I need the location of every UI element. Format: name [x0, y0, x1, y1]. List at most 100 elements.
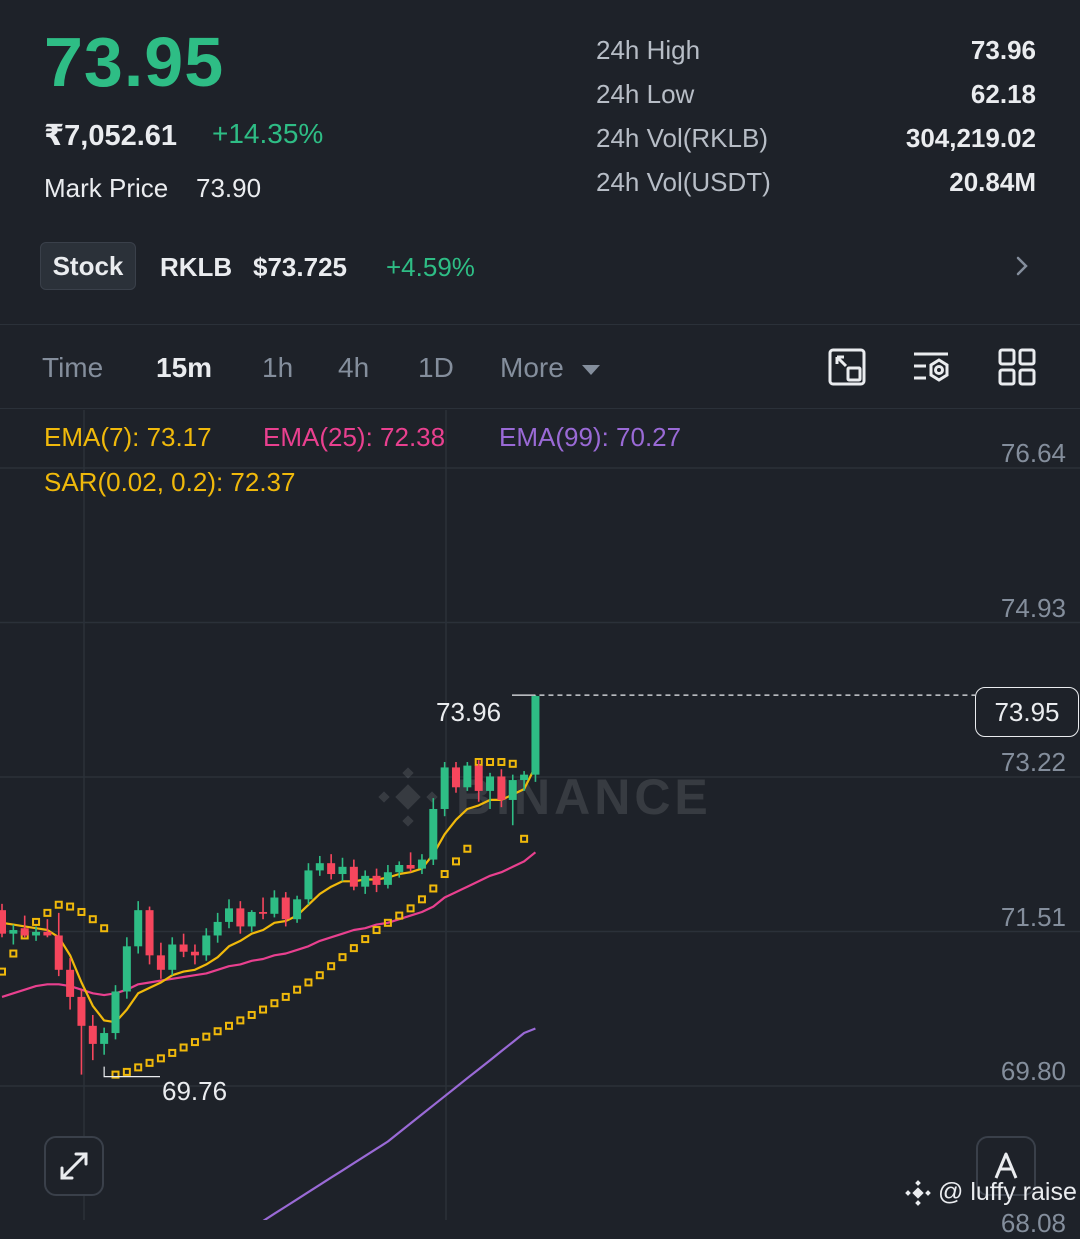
- stock-symbol[interactable]: RKLB: [160, 252, 232, 283]
- candle-body: [225, 908, 233, 922]
- candle-body: [463, 765, 472, 788]
- sar-dot: [66, 902, 75, 911]
- sar-dot: [100, 924, 109, 933]
- tab-more-label: More: [500, 352, 564, 383]
- candle-body: [168, 944, 177, 970]
- candle-body: [315, 863, 324, 871]
- candle-body: [134, 910, 143, 947]
- sar-dot: [497, 757, 506, 766]
- candle-body: [179, 944, 188, 952]
- stat-value-24h-low: 62.18: [970, 79, 1036, 109]
- candle-body: [429, 808, 438, 860]
- stock-badge[interactable]: Stock: [40, 242, 136, 290]
- chevron-right-icon[interactable]: [1012, 252, 1032, 280]
- sar-dot: [293, 985, 302, 994]
- fiat-price: ₹7,052.61: [44, 120, 178, 152]
- tabs-divider: [0, 408, 1080, 409]
- y-tick-label: 69.80: [1000, 1056, 1066, 1086]
- sar-dot: [202, 1032, 211, 1041]
- mark-price-label: Mark Price: [44, 173, 169, 203]
- sar-dot: [168, 1048, 177, 1057]
- candle-body: [452, 767, 460, 788]
- candle-body: [281, 897, 290, 920]
- low-marker-label: 69.76: [162, 1076, 228, 1106]
- sar-dot: [315, 971, 324, 980]
- author-watermark-text: @ luffy raise: [938, 1178, 1077, 1206]
- last-price: 73.95: [44, 23, 225, 101]
- stat-label-24h-low: 24h Low: [596, 79, 695, 109]
- sar-dot: [406, 904, 415, 913]
- grid-layout-icon[interactable]: [996, 346, 1038, 388]
- sar-dot: [134, 1063, 143, 1072]
- sar-dot: [54, 900, 63, 909]
- y-tick-label: 76.64: [1000, 438, 1066, 468]
- tab-1h[interactable]: 1h: [262, 352, 293, 384]
- sar-dot: [429, 884, 438, 893]
- candle-body: [520, 774, 529, 781]
- candle-body: [122, 946, 131, 992]
- sar-dot: [156, 1054, 165, 1063]
- candle-body: [406, 864, 415, 869]
- stat-value-24h-vol-quote: 20.84M: [949, 167, 1036, 197]
- sar-dot: [417, 895, 426, 904]
- candle-body: [293, 899, 302, 920]
- sar-dot: [236, 1016, 245, 1025]
- chart-fullscreen-icon[interactable]: [826, 346, 868, 388]
- sar-dot: [327, 962, 336, 971]
- candle-body: [259, 911, 268, 914]
- last-price-tag[interactable]: 73.95: [975, 687, 1079, 737]
- candle-body: [338, 866, 347, 875]
- candle-body: [32, 931, 41, 936]
- tab-4h[interactable]: 4h: [338, 352, 369, 384]
- candle-body: [327, 863, 336, 875]
- candle-body: [213, 921, 222, 936]
- sar-dot: [361, 935, 370, 944]
- sar-dot: [225, 1021, 233, 1030]
- candle-body: [247, 911, 256, 927]
- candle-body: [440, 767, 449, 809]
- sar-dot: [349, 944, 358, 953]
- sar-dot: [247, 1010, 256, 1019]
- candle-body: [361, 875, 370, 887]
- candle-body: [77, 996, 86, 1026]
- sar-dot: [9, 949, 18, 958]
- tab-time[interactable]: Time: [42, 352, 103, 384]
- y-tick-label: 68.08: [1000, 1208, 1066, 1238]
- candle-body: [66, 969, 75, 997]
- stat-label-24h-high: 24h High: [596, 35, 701, 65]
- candle-body: [270, 897, 279, 914]
- candle-body: [202, 935, 211, 956]
- high-marker-label: 73.96: [436, 697, 502, 727]
- candle-body: [395, 864, 404, 873]
- sar-dot: [190, 1038, 199, 1047]
- mark-price-value: 73.90: [196, 173, 262, 203]
- candle-body: [145, 910, 154, 956]
- sar-dot: [281, 992, 290, 1001]
- candle-body: [486, 776, 495, 791]
- sar-dot: [213, 1027, 222, 1036]
- candle-body: [531, 696, 540, 775]
- tab-15m[interactable]: 15m: [156, 352, 212, 384]
- indicator-settings-icon[interactable]: [910, 346, 952, 388]
- sar-dot: [179, 1043, 188, 1052]
- y-tick-label: 71.51: [1000, 902, 1066, 932]
- stat-value-24h-high: 73.96: [970, 35, 1036, 65]
- sar-dot: [88, 915, 97, 924]
- sar-dot: [463, 844, 472, 853]
- stat-label-24h-vol-quote: 24h Vol(USDT): [596, 167, 771, 197]
- candle-body: [9, 930, 18, 934]
- candle-body: [304, 870, 313, 900]
- expand-button[interactable]: [44, 1136, 104, 1196]
- ema99-label: EMA(99): 70.27: [499, 422, 682, 452]
- tab-more[interactable]: More: [500, 352, 602, 384]
- section-divider: [0, 324, 1080, 325]
- sar-dot: [259, 1005, 268, 1014]
- stock-change: +4.59%: [386, 252, 475, 282]
- sar-dot: [0, 967, 6, 976]
- tab-1d[interactable]: 1D: [418, 352, 454, 384]
- candle-body: [349, 866, 358, 887]
- candle-body: [100, 1033, 109, 1044]
- candle-body: [0, 910, 6, 934]
- stat-value-24h-vol-base: 304,219.02: [905, 123, 1036, 153]
- sar-dot: [486, 757, 495, 766]
